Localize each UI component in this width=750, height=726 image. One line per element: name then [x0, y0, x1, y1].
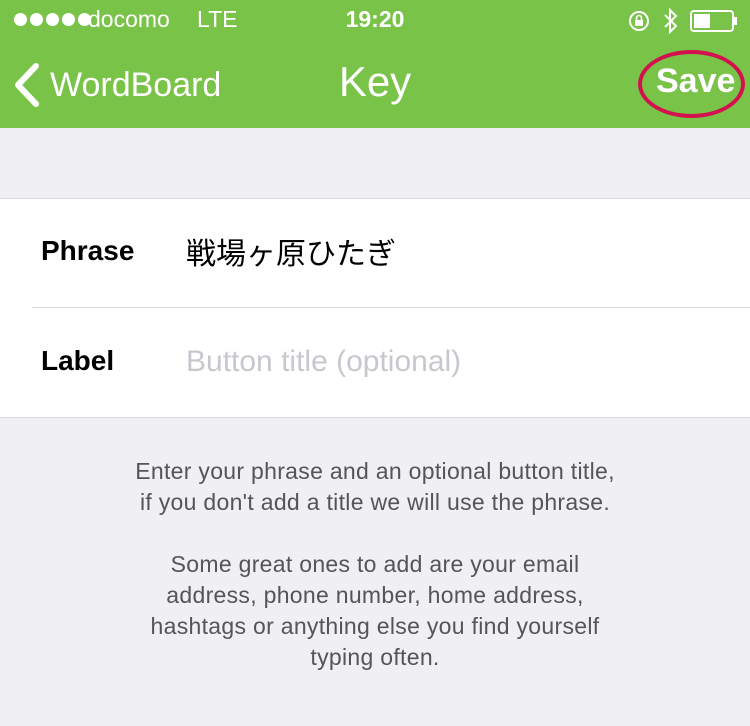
- phrase-input[interactable]: [186, 225, 726, 277]
- help-line: Some great ones to add are your email: [170, 551, 580, 577]
- help-line: address, phone number, home address,: [166, 582, 584, 608]
- label-label: Label: [41, 345, 115, 376]
- help-line: Enter your phrase and an optional button…: [135, 458, 615, 484]
- key-form: Phrase Label: [0, 198, 750, 418]
- save-button[interactable]: Save: [656, 62, 735, 101]
- label-input[interactable]: [186, 335, 726, 387]
- phrase-row: Phrase: [0, 199, 750, 307]
- help-line: typing often.: [310, 644, 440, 670]
- status-bar: docomo LTE 19:20: [0, 0, 750, 40]
- phrase-label: Phrase: [41, 235, 135, 266]
- help-text-intro: Enter your phrase and an optional button…: [0, 456, 750, 518]
- help-text-suggestions: Some great ones to add are your email ad…: [0, 549, 750, 673]
- battery-icon: [690, 10, 738, 37]
- help-line: hashtags or anything else you find yours…: [150, 613, 600, 639]
- help-line: if you don't add a title we will use the…: [139, 489, 611, 515]
- navigation-bar: WordBoard Key Save: [0, 40, 750, 128]
- top-bar: docomo LTE 19:20 WordBoard Key Save: [0, 0, 750, 128]
- rotation-lock-icon: [627, 9, 651, 38]
- bluetooth-icon: [664, 7, 678, 39]
- row-divider: [32, 307, 750, 308]
- label-row: Label: [0, 309, 750, 417]
